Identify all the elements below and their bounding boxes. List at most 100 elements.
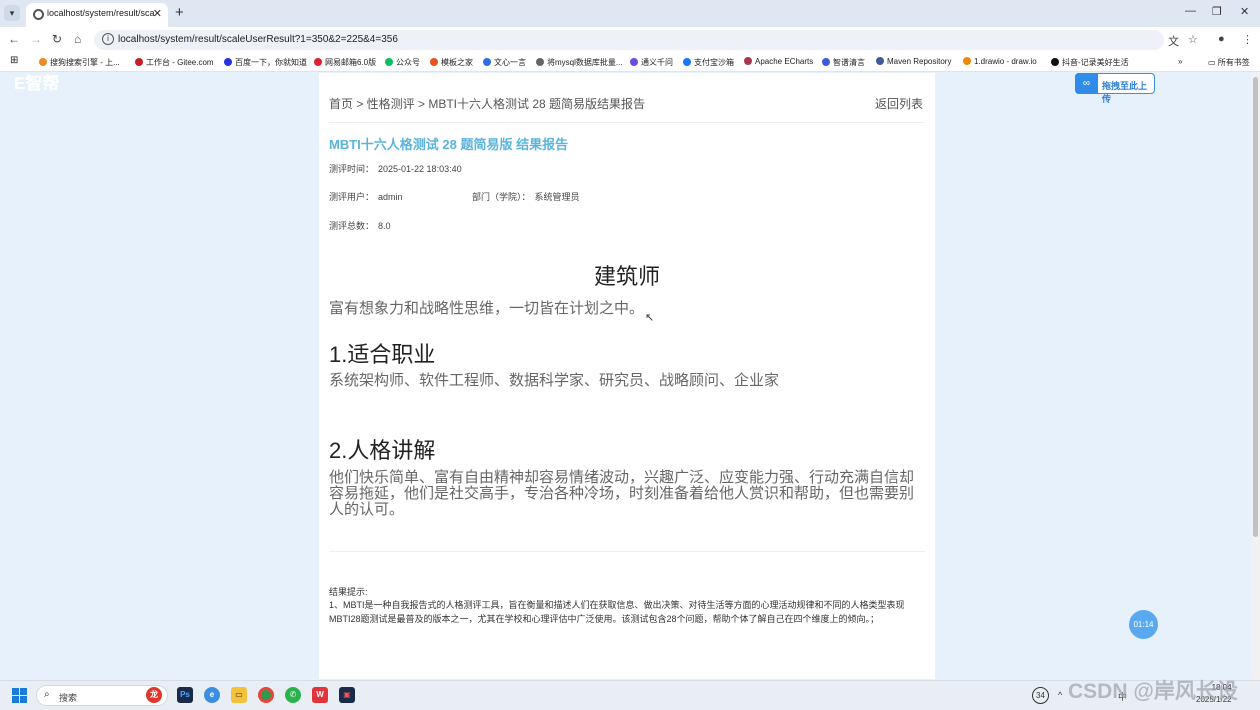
total-score-value: 8.0 — [378, 221, 391, 231]
url-text[interactable]: localhost/system/result/scaleUserResult?… — [118, 34, 398, 45]
new-tab-button[interactable]: + — [175, 4, 184, 21]
apps-grid-icon[interactable]: ⊞ — [10, 55, 18, 66]
bookmark-favicon-icon — [135, 58, 143, 66]
bookmark-item[interactable]: 通义千问 — [630, 57, 673, 68]
app-icon[interactable]: ▣ — [339, 687, 355, 703]
result-tip-label: 结果提示: — [329, 587, 368, 597]
cloud-upload-icon: ∞ — [1075, 73, 1098, 94]
bookmark-item[interactable]: Apache ECharts — [744, 57, 813, 66]
tab-search-menu-icon[interactable]: ▾ — [4, 5, 20, 21]
minimize-window-icon[interactable]: — — [1185, 5, 1196, 17]
bookmark-star-icon[interactable]: ☆ — [1188, 33, 1198, 46]
more-bookmarks-icon[interactable]: » — [1178, 57, 1182, 66]
test-user-row: 测评用户： admin — [329, 190, 403, 203]
back-arrow-icon[interactable]: ← — [8, 32, 20, 46]
bookmark-item[interactable]: 百度一下，你就知道 — [224, 57, 307, 68]
all-bookmarks-folder[interactable]: ▭ 所有书签 — [1208, 57, 1250, 68]
bookmark-label: 模板之家 — [441, 58, 473, 67]
bookmarks-bar: ⊞ 搜狗搜索引擎 - 上... 工作台 - Gitee.com 百度一下，你就知… — [0, 52, 1260, 72]
file-explorer-icon[interactable]: ▭ — [231, 687, 247, 703]
translate-icon[interactable]: 文 — [1168, 33, 1179, 49]
site-info-icon[interactable]: i — [102, 33, 114, 45]
wps-office-icon[interactable]: W — [312, 687, 328, 703]
taskbar-search-text: 搜索 — [59, 693, 78, 703]
bookmark-label: Maven Repository — [887, 57, 952, 66]
bookmark-favicon-icon — [1051, 58, 1059, 66]
browser-menu-icon[interactable]: ⋮ — [1242, 33, 1253, 46]
upload-label: 拖拽至此上传 — [1102, 81, 1148, 104]
bookmark-label: 抖音-记录美好生活 — [1062, 58, 1129, 67]
browser-toolbar: ← → ↻ ⌂ i localhost/system/result/scaleU… — [0, 27, 1260, 52]
profile-icon[interactable]: ● — [1218, 33, 1225, 45]
site-logo: E智帮 — [14, 74, 60, 93]
result-tip-text: 1、MBTI是一种自我报告式的人格测评工具，旨在衡量和描述人们在获取信息、做出决… — [329, 600, 905, 624]
bookmark-label: 支付宝沙箱 — [694, 58, 734, 67]
notification-count-badge[interactable]: 34 — [1032, 687, 1049, 704]
bookmark-item[interactable]: 模板之家 — [430, 57, 473, 68]
csdn-watermark: CSDN @岸风长设 — [1068, 680, 1238, 703]
test-time-value: 2025-01-22 18:03:40 — [378, 164, 462, 174]
bookmark-item[interactable]: Maven Repository — [876, 57, 951, 66]
test-time-row: 测评时间： 2025-01-22 18:03:40 — [329, 162, 462, 175]
tray-expand-icon[interactable]: ^ — [1058, 690, 1062, 700]
personality-type-name: 建筑师 — [593, 264, 660, 289]
floating-timer-button[interactable]: 01:14 — [1129, 610, 1158, 639]
bookmark-favicon-icon — [822, 58, 830, 66]
section-careers-title: 1.适合职业 — [329, 342, 436, 367]
bookmark-item[interactable]: 将mysql数据库批量... — [536, 57, 623, 68]
reload-icon[interactable]: ↻ — [52, 32, 62, 46]
drag-upload-button[interactable]: ∞ 拖拽至此上传 — [1075, 73, 1155, 104]
page-viewport: E智帮 首页 > 性格测评 > MBTI十六人格测试 28 题简易版结果报告 返… — [0, 73, 1260, 679]
bookmark-favicon-icon — [39, 58, 47, 66]
browser-tab-active[interactable]: localhost/system/result/scale ✕ — [26, 3, 168, 27]
bookmark-favicon-icon — [536, 58, 544, 66]
test-user-value: admin — [378, 192, 403, 202]
section-personality-text: 他们快乐简单、富有自由精神却容易情绪波动，兴趣广泛、应变能力强、行动充满自信却容… — [329, 469, 915, 518]
bookmark-item[interactable]: 智谱清言 — [822, 57, 865, 68]
bookmark-item[interactable]: 搜狗搜索引擎 - 上... — [39, 57, 120, 68]
home-icon[interactable]: ⌂ — [74, 32, 81, 46]
bookmark-item[interactable]: 工作台 - Gitee.com — [135, 57, 214, 68]
wechat-icon[interactable]: ✆ — [285, 687, 301, 703]
bookmark-item[interactable]: 文心一言 — [483, 57, 526, 68]
close-tab-icon[interactable]: ✕ — [153, 7, 162, 20]
windows-start-icon[interactable] — [12, 688, 27, 703]
test-time-label: 测评时间： — [329, 164, 375, 174]
forward-arrow-icon[interactable]: → — [30, 32, 42, 46]
browser-tab-strip: ▾ localhost/system/result/scale ✕ + — ❐ … — [0, 0, 1260, 27]
bookmark-item[interactable]: 网易邮箱6.0版 — [314, 57, 376, 68]
bookmark-favicon-icon — [483, 58, 491, 66]
bookmark-item[interactable]: 公众号 — [385, 57, 420, 68]
bookmark-label: 将mysql数据库批量... — [547, 58, 623, 67]
bookmark-item[interactable]: 抖音-记录美好生活 — [1051, 57, 1129, 68]
divider — [329, 122, 925, 123]
bookmark-favicon-icon — [430, 58, 438, 66]
chrome-icon[interactable] — [258, 687, 274, 703]
restore-window-icon[interactable]: ❐ — [1212, 5, 1222, 18]
total-score-row: 测评总数： 8.0 — [329, 219, 391, 232]
bookmark-item[interactable]: 1.drawio - draw.io — [963, 57, 1037, 66]
scrollbar-thumb[interactable] — [1253, 77, 1258, 537]
photoshop-icon[interactable]: Ps — [177, 687, 193, 703]
close-window-icon[interactable]: ✕ — [1240, 5, 1249, 18]
mouse-cursor-icon: ↖ — [645, 312, 655, 324]
bookmark-label: 百度一下，你就知道 — [235, 58, 307, 67]
back-to-list-link[interactable]: 返回列表 — [875, 95, 923, 112]
bookmark-label: 智谱清言 — [833, 58, 865, 67]
breadcrumb[interactable]: 首页 > 性格测评 > MBTI十六人格测试 28 题简易版结果报告 — [329, 95, 645, 112]
bookmark-label: 搜狗搜索引擎 - 上... — [50, 58, 120, 67]
bookmark-item[interactable]: 支付宝沙箱 — [683, 57, 734, 68]
dragon-app-icon[interactable]: 龙 — [146, 687, 162, 703]
bookmark-label: Apache ECharts — [755, 57, 814, 66]
edge-browser-icon[interactable]: e — [204, 687, 220, 703]
department-row: 部门（学院）： 系统管理员 — [472, 190, 580, 203]
address-bar[interactable]: i localhost/system/result/scaleUserResul… — [94, 30, 1164, 50]
bookmark-favicon-icon — [876, 57, 884, 65]
personality-type-description: 富有想象力和战略性思维，一切皆在计划之中。 — [329, 300, 645, 317]
department-label: 部门（学院）： — [472, 192, 531, 202]
bookmark-favicon-icon — [744, 57, 752, 65]
search-icon: ⌕ — [44, 689, 50, 700]
test-user-label: 测评用户： — [329, 192, 375, 202]
all-bookmarks-label: 所有书签 — [1217, 58, 1250, 67]
section-careers-text: 系统架构师、软件工程师、数据科学家、研究员、战略顾问、企业家 — [329, 372, 780, 389]
